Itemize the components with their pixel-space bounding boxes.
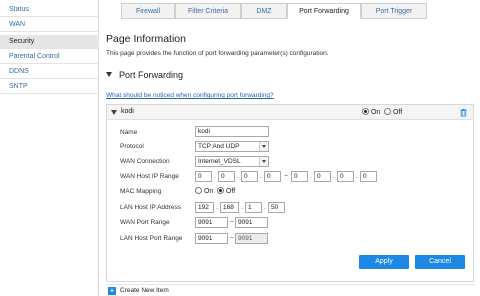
page-description: This page provides the function of port …	[106, 50, 329, 57]
wan-port-range-label: WAN Port Range	[120, 219, 170, 226]
cancel-button[interactable]: Cancel	[415, 255, 465, 269]
protocol-value: TCP And UDP	[198, 143, 240, 150]
tab-port-forwarding[interactable]: Port Forwarding	[287, 3, 361, 19]
section-title: Port Forwarding	[119, 70, 184, 80]
create-new-item-label[interactable]: Create New Item	[120, 287, 169, 294]
ip-dot: .	[264, 204, 266, 211]
sidebar-item-sntp[interactable]: SNTP	[0, 80, 99, 94]
range-dash: –	[230, 218, 234, 225]
protocol-label: Protocol	[120, 143, 144, 150]
radio-off-icon[interactable]	[384, 108, 391, 115]
range-tilde: ~	[284, 173, 289, 180]
enable-off-option[interactable]: Off	[384, 108, 402, 116]
lan-ip-2[interactable]: 168	[220, 202, 239, 213]
collapse-icon[interactable]	[111, 110, 117, 115]
name-input[interactable]: kodi	[195, 126, 269, 137]
wan-ip-start-4[interactable]: 0	[264, 171, 281, 182]
wan-port-start-input[interactable]: 9091	[195, 217, 228, 228]
tab-dmz[interactable]: DMZ	[241, 3, 287, 19]
triangle-down-icon	[106, 72, 112, 77]
sidebar-item-status[interactable]: Status	[0, 3, 99, 17]
ip-dot: .	[214, 173, 216, 180]
range-dash: –	[230, 234, 234, 241]
create-new-item[interactable]: + Create New Item	[106, 284, 474, 296]
tab-filter-criteria[interactable]: Filter Criteria	[175, 3, 241, 19]
wan-connection-value: Internet_VDSL	[198, 158, 241, 165]
tab-firewall[interactable]: Firewall	[121, 3, 175, 19]
section-header[interactable]: Port Forwarding	[106, 70, 183, 80]
off-label: Off	[392, 109, 403, 116]
plus-icon[interactable]: +	[108, 287, 116, 295]
chevron-down-icon	[259, 142, 268, 151]
wan-connection-select[interactable]: Internet_VDSL	[195, 156, 269, 167]
page-title: Page Information	[106, 33, 186, 45]
tab-port-trigger[interactable]: Port Trigger	[361, 3, 427, 19]
ip-dot: .	[241, 204, 243, 211]
lan-ip-4[interactable]: 50	[268, 202, 285, 213]
lan-ip-3[interactable]: 1	[245, 202, 262, 213]
wan-ip-start-3[interactable]: 0	[241, 171, 258, 182]
on-label: On	[370, 109, 381, 116]
wan-ip-end-3[interactable]: 0	[337, 171, 354, 182]
lan-port-range-label: LAN Host Port Range	[120, 235, 183, 242]
protocol-select[interactable]: TCP And UDP	[195, 141, 269, 152]
radio-on-icon[interactable]	[217, 187, 224, 194]
wan-port-end-input[interactable]: 9091	[235, 217, 268, 228]
mac-on-label: On	[203, 188, 214, 195]
wan-ip-start-2[interactable]: 0	[218, 171, 235, 182]
tab-bar: Firewall Filter Criteria DMZ Port Forwar…	[121, 3, 429, 19]
wan-ip-start-1[interactable]: 0	[195, 171, 212, 182]
lan-ip-1[interactable]: 192	[195, 202, 214, 213]
sidebar: Status WAN Security Parental Control DDN…	[0, 0, 99, 296]
sidebar-item-wan[interactable]: WAN	[0, 18, 99, 32]
entry-name: kodi	[121, 108, 134, 115]
ip-dot: .	[216, 204, 218, 211]
apply-button[interactable]: Apply	[359, 255, 409, 269]
entry-panel: kodi On Off Name kodi Protocol TCP And U…	[106, 104, 474, 282]
lan-port-end-input: 9091	[235, 233, 268, 244]
wan-ip-range-label: WAN Host IP Range	[120, 173, 179, 180]
ip-dot: .	[310, 173, 312, 180]
ip-dot: .	[237, 173, 239, 180]
mac-on-option[interactable]: On	[195, 187, 213, 195]
lan-ip-label: LAN Host IP Address	[120, 204, 181, 211]
sidebar-item-ddns[interactable]: DDNS	[0, 65, 99, 79]
entry-header: kodi On Off	[107, 105, 473, 120]
mac-off-label: Off	[225, 188, 236, 195]
wan-connection-label: WAN Connection	[120, 158, 170, 165]
ip-dot: .	[356, 173, 358, 180]
enable-on-option[interactable]: On	[362, 108, 380, 116]
radio-on-icon[interactable]	[362, 108, 369, 115]
wan-ip-end-1[interactable]: 0	[291, 171, 308, 182]
mac-off-option[interactable]: Off	[217, 187, 235, 195]
name-label: Name	[120, 129, 138, 136]
radio-off-icon[interactable]	[195, 187, 202, 194]
wan-ip-end-2[interactable]: 0	[314, 171, 331, 182]
sidebar-item-security[interactable]: Security	[0, 35, 99, 49]
mac-mapping-label: MAC Mapping	[120, 188, 162, 195]
sidebar-item-parental-control[interactable]: Parental Control	[0, 50, 99, 64]
help-link[interactable]: What should be noticed when configuring …	[106, 92, 274, 99]
ip-dot: .	[260, 173, 262, 180]
trash-icon[interactable]	[459, 108, 468, 117]
wan-ip-end-4[interactable]: 0	[360, 171, 377, 182]
ip-dot: .	[333, 173, 335, 180]
chevron-down-icon	[259, 157, 268, 166]
lan-port-start-input[interactable]: 9091	[195, 233, 228, 244]
